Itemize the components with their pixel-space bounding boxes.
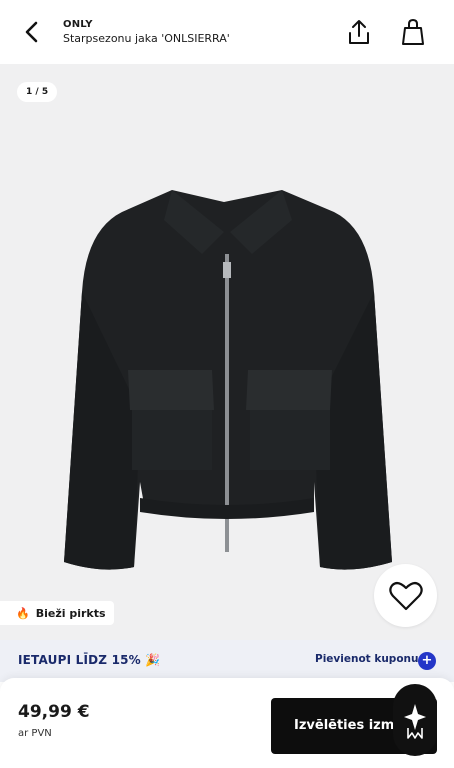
add-coupon-button[interactable]: + [418, 652, 436, 670]
share-icon [349, 20, 369, 44]
vat-note: ar PVN [18, 728, 52, 739]
product-name: Starpsezonu jaka 'ONLSIERRA' [63, 32, 230, 45]
purchase-panel: 49,99 € ar PVN Izvēlēties izmē [0, 678, 454, 768]
add-coupon-link[interactable]: Pievienot kuponu [315, 653, 418, 665]
top-bar: ONLY Starpsezonu jaka 'ONLSIERRA' [0, 0, 454, 64]
image-counter: 1 / 5 [17, 82, 58, 102]
promo-banner: IETAUPI LĪDZ 15% 🎉 Pievienot kuponu [0, 640, 454, 682]
brand-name: ONLY [63, 19, 93, 30]
heart-icon [388, 581, 423, 610]
badge-label: Bieži pirkts [35, 606, 106, 620]
promo-text: IETAUPI LĪDZ 15% 🎉 [18, 653, 161, 667]
fire-icon: 🔥 [16, 606, 30, 620]
assistant-icon [404, 704, 426, 739]
share-button[interactable] [344, 16, 374, 48]
header-title: ONLY Starpsezonu jaka 'ONLSIERRA' [63, 19, 230, 46]
frequently-bought-badge: 🔥 Bieži pirkts [0, 601, 114, 625]
product-image-gallery[interactable]: 1 / 5 🔥 Bieži pirkts [0, 64, 454, 640]
price: 49,99 € [18, 702, 90, 722]
product-image [64, 190, 392, 570]
back-button[interactable] [18, 18, 46, 46]
wishlist-button[interactable] [374, 564, 437, 627]
back-arrow-icon [25, 21, 38, 43]
shopping-bag-button[interactable] [398, 16, 428, 48]
assistant-button[interactable] [393, 684, 437, 756]
shopping-bag-icon [402, 18, 424, 45]
